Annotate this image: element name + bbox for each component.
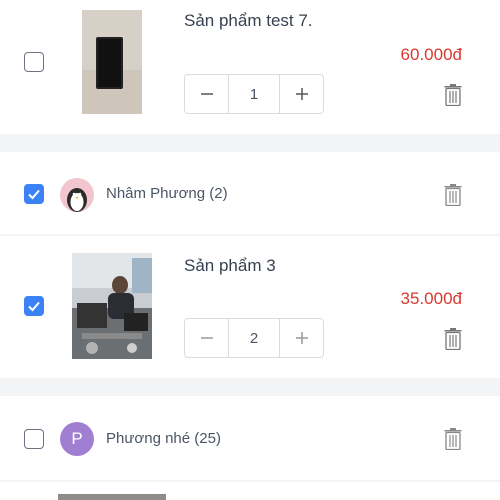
shop-checkbox[interactable] <box>24 429 44 449</box>
plus-icon <box>295 332 308 344</box>
shop-checkbox[interactable] <box>24 184 44 204</box>
quantity-stepper: 2 <box>184 318 324 358</box>
product-thumbnail[interactable] <box>72 253 152 359</box>
product-name[interactable]: Sản phẩm test 7. <box>184 11 313 31</box>
check-icon <box>28 189 40 200</box>
product-price: 35.000đ <box>400 289 462 308</box>
letter-avatar: P <box>60 422 94 456</box>
quantity-input[interactable]: 2 <box>228 319 280 357</box>
decrement-button[interactable] <box>185 75 228 113</box>
shop-name[interactable]: Phương nhé (25) <box>106 430 221 447</box>
product-price: 60.000đ <box>400 45 462 64</box>
minus-icon <box>200 93 213 95</box>
trash-icon[interactable] <box>444 184 462 206</box>
decrement-button[interactable] <box>185 319 228 357</box>
item-checkbox[interactable] <box>24 296 44 316</box>
shop-name[interactable]: Nhâm Phương (2) <box>106 185 228 202</box>
quantity-stepper: 1 <box>184 74 324 114</box>
increment-button[interactable] <box>280 75 323 113</box>
trash-icon[interactable] <box>444 328 462 350</box>
product-thumbnail[interactable] <box>58 494 166 500</box>
avatar-letter: P <box>71 429 83 448</box>
item-checkbox[interactable] <box>24 52 44 72</box>
check-icon <box>28 301 40 312</box>
product-thumbnail[interactable] <box>82 10 142 114</box>
trash-icon[interactable] <box>444 428 462 450</box>
quantity-input[interactable]: 1 <box>228 75 280 113</box>
cart-item-2: Sản phẩm 3 35.000đ 2 <box>0 236 500 378</box>
trash-icon[interactable] <box>444 84 462 106</box>
shop-header-1: Nhâm Phương (2) <box>0 152 500 234</box>
penguin-avatar-icon <box>60 178 94 212</box>
cart-item-1: Sản phẩm test 7. 60.000đ 1 <box>0 0 500 134</box>
minus-icon <box>200 337 213 339</box>
increment-button[interactable] <box>280 319 323 357</box>
plus-icon <box>295 88 308 100</box>
shop-header-2: P Phương nhé (25) <box>0 396 500 480</box>
cart-item-3-partial <box>0 482 500 500</box>
product-name[interactable]: Sản phẩm 3 <box>184 256 276 276</box>
